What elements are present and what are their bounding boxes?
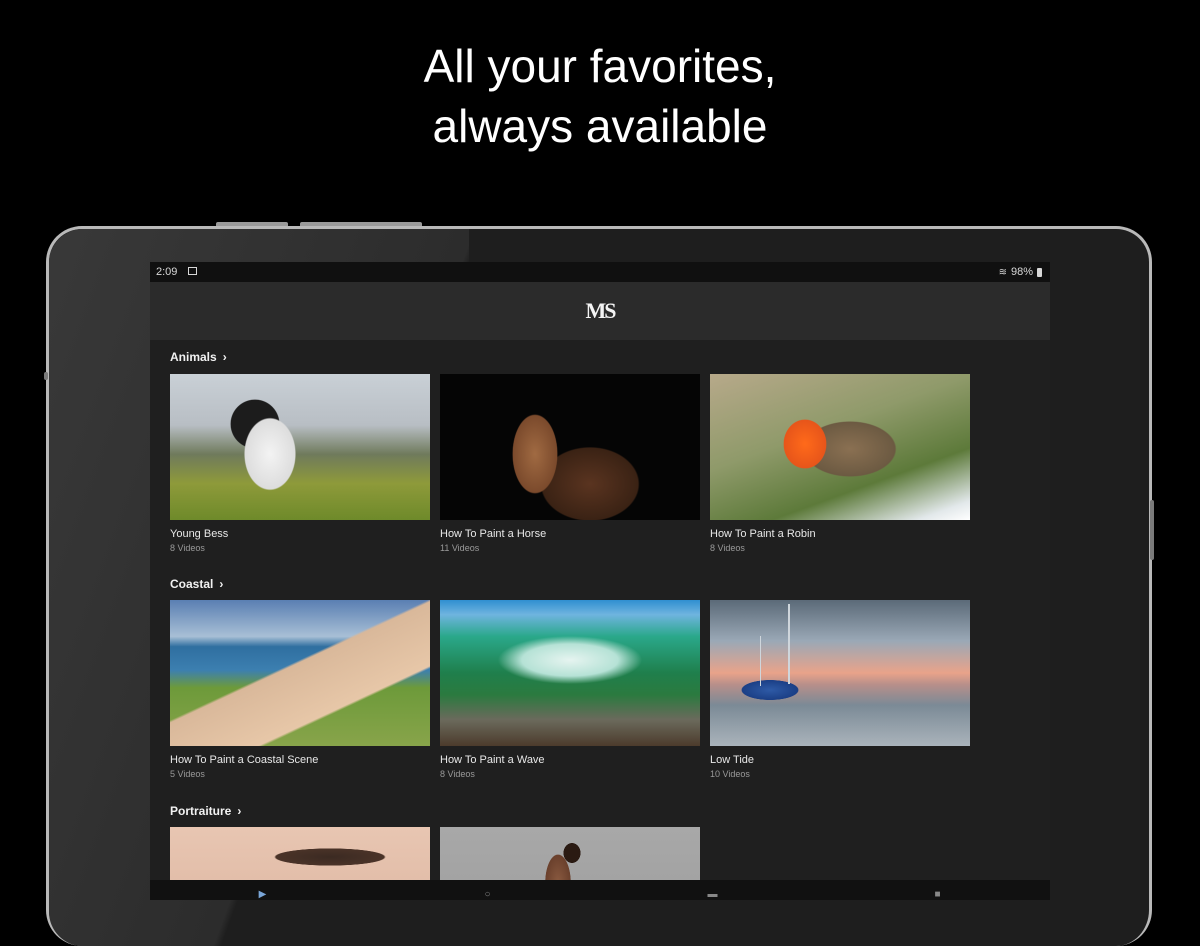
tablet-side-button-left	[44, 372, 48, 380]
section-title: Portraiture	[170, 804, 232, 818]
library-content: Animals › Young Bess 8 Videos How To Pain…	[150, 340, 1050, 900]
video-card[interactable]: Young Bess 8 Videos	[170, 374, 430, 553]
card-title: How To Paint a Wave	[440, 754, 545, 766]
card-thumbnail	[170, 374, 430, 520]
status-right-group: ≋ 98%	[999, 266, 1042, 278]
section-header-portraiture[interactable]: Portraiture ›	[170, 804, 241, 818]
section-header-coastal[interactable]: Coastal ›	[170, 577, 223, 591]
chevron-right-icon: ›	[237, 804, 242, 818]
card-subtitle: 10 Videos	[710, 769, 750, 779]
nav-item-profile[interactable]: ■	[908, 880, 968, 900]
profile-icon: ■	[934, 889, 941, 900]
card-title: Low Tide	[710, 754, 755, 766]
section-title: Animals	[170, 350, 217, 364]
status-bar: 2:09 ≋ 98%	[150, 262, 1050, 282]
tablet-side-button-right	[1150, 500, 1154, 560]
search-icon: ○	[484, 889, 491, 900]
battery-percent: 98%	[1010, 266, 1033, 278]
promo-headline: All your favorites, always available	[0, 36, 1200, 156]
video-card[interactable]: How To Paint a Horse 11 Videos	[440, 374, 700, 553]
card-thumbnail	[710, 374, 970, 520]
card-title: How To Paint a Robin	[710, 528, 816, 540]
image-icon	[188, 267, 197, 275]
boat-mast	[788, 604, 790, 684]
card-thumbnail	[170, 600, 430, 746]
chevron-right-icon: ›	[219, 577, 224, 591]
card-title: Young Bess	[170, 528, 229, 540]
card-subtitle: 5 Videos	[170, 769, 205, 779]
video-card[interactable]: Low Tide 10 Videos	[710, 600, 970, 779]
status-time: 2:09	[156, 266, 178, 278]
card-title: How To Paint a Horse	[440, 528, 547, 540]
card-title: How To Paint a Coastal Scene	[170, 754, 319, 766]
bottom-navigation: ▶ ○ ▬ ■	[150, 880, 1050, 900]
chevron-right-icon: ›	[222, 350, 227, 364]
headline-line-1: All your favorites,	[423, 40, 777, 92]
nav-item-search[interactable]: ○	[458, 880, 518, 900]
app-bar: MS	[150, 282, 1050, 340]
card-thumbnail	[710, 600, 970, 746]
menu-icon: ▬	[707, 889, 718, 900]
card-thumbnail	[440, 600, 700, 746]
tablet-screen: 2:09 ≋ 98% MS Animals › Young Bess 8 Vide…	[150, 262, 1050, 900]
card-thumbnail	[440, 374, 700, 520]
video-card[interactable]: How To Paint a Robin 8 Videos	[710, 374, 970, 553]
section-header-animals[interactable]: Animals ›	[170, 350, 227, 364]
card-subtitle: 11 Videos	[440, 543, 480, 553]
app-logo[interactable]: MS	[586, 298, 617, 324]
headline-line-2: always available	[432, 100, 768, 152]
video-card[interactable]: How To Paint a Wave 8 Videos	[440, 600, 700, 779]
play-icon: ▶	[258, 889, 267, 900]
nav-item-play[interactable]: ▶	[233, 880, 293, 900]
card-subtitle: 8 Videos	[440, 769, 475, 779]
card-subtitle: 8 Videos	[710, 543, 745, 553]
card-subtitle: 8 Videos	[170, 543, 205, 553]
wifi-icon: ≋	[998, 266, 1007, 278]
nav-item-menu[interactable]: ▬	[683, 880, 743, 900]
section-title: Coastal	[170, 577, 214, 591]
battery-icon	[1037, 267, 1042, 277]
video-card[interactable]: How To Paint a Coastal Scene 5 Videos	[170, 600, 430, 779]
boat-mast	[760, 636, 761, 686]
